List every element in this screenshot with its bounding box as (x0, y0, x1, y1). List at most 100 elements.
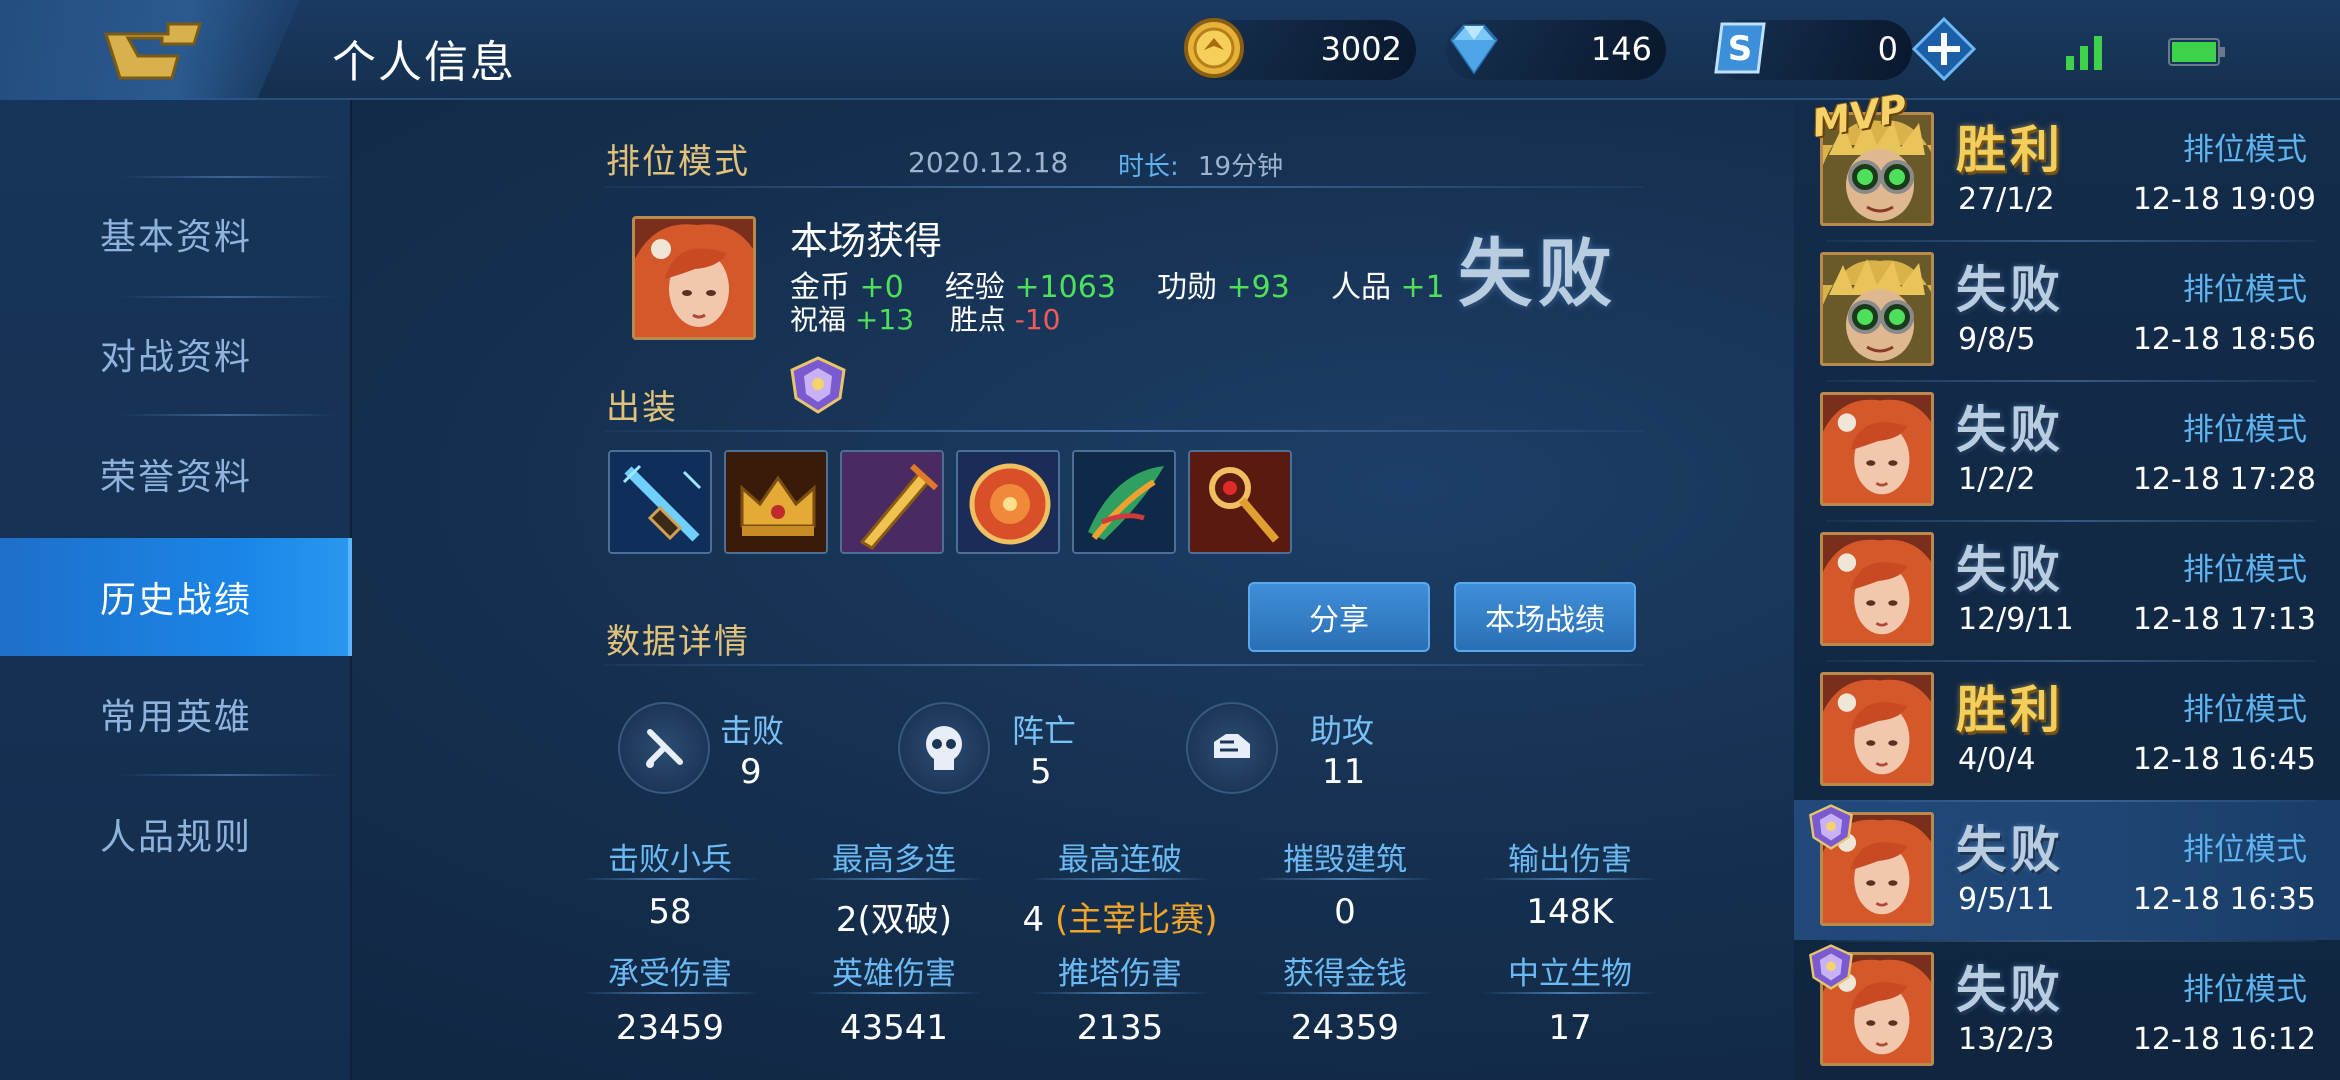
kill-label: 击败 (720, 712, 785, 750)
gold-currency: 3002 (1184, 18, 1416, 80)
sidebar-item-basic[interactable]: 基本资料 (0, 175, 352, 293)
item-6-icon (1190, 452, 1290, 552)
gold-earned-label: 获得金钱 (1283, 956, 1407, 992)
history-row-divider (1826, 240, 2316, 242)
max-streak-number: 4 (1022, 900, 1045, 940)
max-streak-label: 最高连破 (1058, 842, 1182, 878)
equipment-slot-6[interactable] (1188, 450, 1292, 554)
gold-amount: 3002 (1320, 30, 1402, 68)
history-mode: 排位模式 (2183, 272, 2307, 308)
duration-label: 时长: (1118, 152, 1179, 182)
history-time: 12-18 16:12 (2132, 1022, 2316, 1057)
buildings-destroyed-value: 0 (1334, 892, 1356, 932)
history-row-divider (1826, 520, 2316, 522)
red-hair-hero-avatar (1820, 392, 1934, 506)
hero-damage-label: 英雄伤害 (832, 956, 956, 992)
diamond-icon (1450, 24, 1498, 75)
history-mode: 排位模式 (2183, 552, 2307, 588)
history-time: 12-18 18:56 (2132, 322, 2316, 357)
top-bar: 个人信息 3002 146 S 0 (0, 0, 2340, 104)
history-result: 胜利 (1956, 121, 2064, 179)
history-time: 12-18 17:13 (2132, 602, 2316, 637)
damage-dealt-value: 148K (1526, 892, 1614, 932)
winpoint-reward-value: -10 (1014, 303, 1061, 336)
stat-underline (1480, 992, 1660, 994)
neutral-monsters-label: 中立生物 (1508, 956, 1632, 992)
s-coupon-icon: S (1714, 22, 1766, 74)
history-mode: 排位模式 (2183, 832, 2307, 868)
diamond-currency: 146 (1446, 20, 1666, 80)
signal-icon (2066, 36, 2102, 70)
back-button[interactable] (98, 16, 208, 86)
death-value: 5 (1030, 752, 1052, 792)
svg-text:S: S (1728, 29, 1753, 69)
stat-underline (1030, 992, 1210, 994)
stat-underline (580, 992, 760, 994)
history-mode: 排位模式 (2183, 972, 2307, 1008)
stat-underline (1030, 878, 1210, 880)
equipment-slot-4[interactable] (956, 450, 1060, 554)
assist-icon (1186, 702, 1278, 794)
sidebar-item-honor[interactable]: 荣誉资料 (0, 415, 352, 533)
neutral-monsters-value: 17 (1548, 1008, 1592, 1048)
history-mode: 排位模式 (2183, 412, 2307, 448)
green-goggles-hero-avatar (1820, 252, 1934, 366)
history-row-divider (1826, 800, 2316, 802)
share-button[interactable]: 分享 (1248, 582, 1430, 652)
history-time: 12-18 19:09 (2132, 182, 2316, 217)
history-kda: 27/1/2 (1958, 182, 2055, 217)
history-kda: 9/5/11 (1958, 882, 2055, 917)
stat-underline (580, 878, 760, 880)
plus-icon (1911, 16, 1977, 82)
tower-damage-value: 2135 (1076, 1008, 1164, 1048)
rank-badge-icon (1804, 802, 1858, 852)
character-reward-label: 人品 (1330, 270, 1391, 305)
rank-badge-icon (1804, 942, 1858, 992)
match-record-button[interactable]: 本场战绩 (1454, 582, 1636, 652)
battery-icon (2168, 38, 2225, 66)
stat-underline (1255, 992, 1435, 994)
history-result: 失败 (1956, 261, 2064, 319)
equipment-slot-3[interactable] (840, 450, 944, 554)
page-title: 个人信息 (332, 37, 516, 88)
winpoint-reward-label: 胜点 (949, 303, 1006, 336)
equipment-slot-2[interactable] (724, 450, 828, 554)
history-result: 失败 (1956, 541, 2064, 599)
history-kda: 9/8/5 (1958, 322, 2036, 357)
coupon-currency: S 0 (1712, 20, 1912, 80)
history-time: 12-18 16:35 (2132, 882, 2316, 917)
damage-dealt-label: 输出伤害 (1508, 842, 1632, 878)
sidebar-item-battle[interactable]: 对战资料 (0, 295, 352, 413)
gold-earned-value: 24359 (1290, 1008, 1400, 1048)
red-hair-hero-avatar (1820, 532, 1934, 646)
tower-damage-label: 推塔伤害 (1058, 956, 1182, 992)
history-result: 失败 (1956, 821, 2064, 879)
match-date: 2020.12.18 (908, 146, 1069, 179)
history-row-divider (1826, 380, 2316, 382)
section-divider (604, 186, 1644, 188)
history-time: 12-18 16:45 (2132, 742, 2316, 777)
sidebar-item-history[interactable]: 历史战绩 (0, 538, 352, 656)
history-result: 失败 (1956, 961, 2064, 1019)
equipment-slot-5[interactable] (1072, 450, 1176, 554)
match-duration: 19分钟 (1198, 152, 1284, 182)
death-label: 阵亡 (1012, 712, 1077, 750)
diamond-amount: 146 (1590, 30, 1652, 68)
history-kda: 4/0/4 (1958, 742, 2036, 777)
back-arrow-icon (103, 22, 203, 80)
sidebar-item-heroes[interactable]: 常用英雄 (0, 655, 352, 773)
section-divider (604, 664, 1644, 666)
sidebar-item-rules[interactable]: 人品规则 (0, 775, 352, 893)
history-row-divider (1826, 660, 2316, 662)
damage-taken-value: 23459 (615, 1008, 725, 1048)
recharge-button[interactable] (1911, 16, 1977, 82)
max-streak-value: 4 (主宰比赛) (1010, 892, 1230, 941)
rank-badge-icon (790, 356, 846, 414)
equipment-slot-1[interactable] (608, 450, 712, 554)
history-row-divider (1826, 940, 2316, 942)
assist-value: 11 (1322, 752, 1366, 792)
skull-icon (898, 702, 990, 794)
stat-underline (804, 878, 984, 880)
assist-label: 助攻 (1310, 712, 1375, 750)
stat-underline (804, 992, 984, 994)
